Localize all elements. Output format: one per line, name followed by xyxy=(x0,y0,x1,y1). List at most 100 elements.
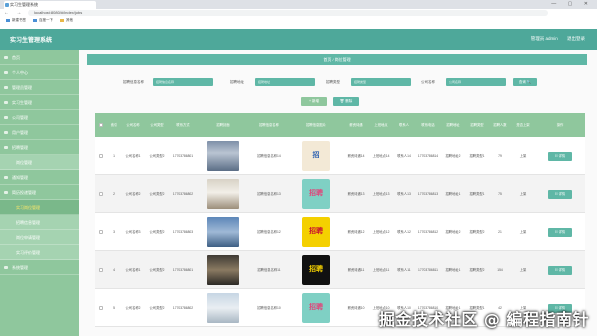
bookmark-item[interactable]: 其他 xyxy=(59,18,73,22)
tab-strip: 实习生管理系统 — ▢ ✕ xyxy=(0,0,597,9)
cover-photo xyxy=(207,217,239,247)
tab-title: 实习生管理系统 xyxy=(10,2,38,7)
bookmark-item[interactable]: 新建书签 xyxy=(6,18,26,22)
sidebar-item-users[interactable]: 用户管理 xyxy=(0,125,79,140)
sidebar-item-label: 招聘管理 xyxy=(12,145,28,150)
detail-button[interactable]: ☷ 详情 xyxy=(548,227,572,237)
column-header: 操作 xyxy=(556,123,564,127)
jobs-table: 索引 公司名称 公司类型 联系方式 招聘封面 招聘信息名称 招聘信息图片 薪资待… xyxy=(95,113,585,327)
select-all-checkbox[interactable] xyxy=(99,123,103,127)
cell-company: 公司名称2 xyxy=(125,305,141,310)
cell-salary: 薪资待遇13 xyxy=(347,191,365,196)
cell-index: 3 xyxy=(113,229,115,234)
filter-type-input[interactable]: 招聘类型 xyxy=(351,78,411,86)
browser-tab[interactable]: 实习生管理系统 xyxy=(4,1,96,9)
sidebar-item-profile[interactable]: 个人中心 xyxy=(0,65,79,80)
cell-workplace: 上班地点12 xyxy=(372,229,390,234)
sidebar-item-label: 系统管理 xyxy=(12,265,28,270)
detail-button[interactable]: ☷ 详情 xyxy=(548,189,572,199)
add-button[interactable]: + 新增 xyxy=(301,97,327,106)
column-header: 公司名称 xyxy=(126,123,140,127)
sidebar-item-recruit[interactable]: 招聘管理 xyxy=(0,140,79,155)
company-icon xyxy=(4,116,8,119)
logout-button[interactable]: 退出登录 xyxy=(567,36,585,41)
cell-workplace: 上班地点14 xyxy=(372,153,390,158)
detail-button[interactable]: ☷ 详情 xyxy=(548,265,572,275)
table-row: 1 公司名称1 公司类型2 17703786801 招聘信息名称14 招 薪资待遇14 上班地… xyxy=(95,137,585,175)
cell-company: 公司名称1 xyxy=(125,153,141,158)
cell-actions: ☷ 详情 xyxy=(535,175,585,213)
sidebar-item-recruit-info[interactable]: 招聘信息管理 xyxy=(0,215,79,230)
cell-count: 21 xyxy=(498,229,502,234)
poster-image: 招聘 xyxy=(302,255,330,285)
cell-cover xyxy=(197,213,249,251)
column-header: 索引 xyxy=(110,123,118,127)
sidebar-item-internship[interactable]: 实习岗位管理 xyxy=(0,200,79,215)
cell-title: 招聘信息名称12 xyxy=(257,229,281,234)
row-checkbox[interactable] xyxy=(99,306,103,310)
row-checkbox[interactable] xyxy=(99,268,103,272)
sidebar-item-notice[interactable]: 通知管理 xyxy=(0,170,79,185)
filter-label: 招聘信息名称 xyxy=(123,80,144,84)
cell-company-type: 公司类型2 xyxy=(149,229,165,234)
filter-label: 招聘地址 xyxy=(230,80,244,84)
cell-select xyxy=(95,251,107,289)
poster-image: 招 xyxy=(302,141,330,171)
cell-contact: 联系人11 xyxy=(397,267,411,272)
sidebar-item-review[interactable]: 实习评价管理 xyxy=(0,245,79,260)
header-right: 管理员 admin 退出登录 xyxy=(523,36,585,42)
column-header: 招聘信息图片 xyxy=(306,123,326,127)
window-controls[interactable]: — ▢ ✕ xyxy=(551,1,593,7)
cell-salary: 薪资待遇14 xyxy=(347,153,365,158)
cell-job-type: 招聘类型2 xyxy=(469,229,485,234)
cell-contact: 联系人14 xyxy=(397,153,411,158)
poster-image: 招聘 xyxy=(302,293,330,323)
filter-label: 公司名称 xyxy=(421,80,435,84)
filter-address-input[interactable]: 招聘地址 xyxy=(255,78,315,86)
sidebar-item-apply[interactable]: 岗位申请管理 xyxy=(0,230,79,245)
sidebar-item-system[interactable]: 系统管理 xyxy=(0,260,79,275)
cell-job-type: 招聘类型1 xyxy=(469,153,485,158)
sidebar-item-label: 招聘信息管理 xyxy=(16,220,40,225)
sidebar-item-company[interactable]: 公司管理 xyxy=(0,110,79,125)
cell-company-type: 公司类型2 xyxy=(149,191,165,196)
cell-select xyxy=(95,175,107,213)
column-header: 上班地点 xyxy=(374,123,388,127)
detail-button[interactable]: ☷ 详情 xyxy=(548,151,572,161)
cell-phone: 17703786801 xyxy=(172,267,194,272)
delete-button[interactable]: 🗑 删除 xyxy=(333,97,359,106)
cell-cover xyxy=(197,137,249,175)
cell-company-type: 公司类型2 xyxy=(149,153,165,158)
sidebar-item-label: 首页 xyxy=(12,55,20,60)
cell-company: 公司名称1 xyxy=(125,267,141,272)
sidebar-item-resume[interactable]: 简历投递管理 xyxy=(0,185,79,200)
cell-address: 招聘地址2 xyxy=(445,229,461,234)
search-button[interactable]: 查询 🔍 xyxy=(513,78,537,86)
cell-workplace: 上班地点11 xyxy=(372,267,390,272)
sidebar-item-home[interactable]: 首页 xyxy=(0,50,79,65)
sidebar-item-label: 实习生管理 xyxy=(12,100,32,105)
column-header: 招聘类型 xyxy=(470,123,484,127)
app-header: 实习生管理系统 管理员 admin 退出登录 xyxy=(0,29,597,50)
cell-count: 79 xyxy=(498,153,502,158)
sidebar-item-admin[interactable]: 管理员管理 xyxy=(0,80,79,95)
row-checkbox[interactable] xyxy=(99,154,103,158)
sidebar-item-jobs[interactable]: 岗位管理 xyxy=(0,155,79,170)
cell-company: 公司名称2 xyxy=(125,191,141,196)
row-checkbox[interactable] xyxy=(99,230,103,234)
row-checkbox[interactable] xyxy=(99,192,103,196)
sidebar-item-intern[interactable]: 实习生管理 xyxy=(0,95,79,110)
cell-salary: 薪资待遇10 xyxy=(347,305,365,310)
column-header: 薪资待遇 xyxy=(349,123,363,127)
filter-name-input[interactable]: 招聘信息名称 xyxy=(153,78,213,86)
poster-image: 招聘 xyxy=(302,179,330,209)
column-header: 联系方式 xyxy=(176,123,190,127)
address-bar[interactable]: localhost:8080/#/index/jobs xyxy=(28,10,548,16)
cell-count: 75 xyxy=(498,191,502,196)
table-body: 1 公司名称1 公司类型2 17703786801 招聘信息名称14 招 薪资待遇14 上班地… xyxy=(95,137,585,327)
filter-company-input[interactable]: 公司名称 xyxy=(446,78,506,86)
sidebar: 首页 个人中心 管理员管理 实习生管理 公司管理 用户管理 招聘管理 岗位管理 … xyxy=(0,50,79,336)
column-header: 联系电话 xyxy=(421,123,435,127)
column-header: 公司类型 xyxy=(150,123,164,127)
bookmark-item[interactable]: 百度一下 xyxy=(32,18,53,22)
